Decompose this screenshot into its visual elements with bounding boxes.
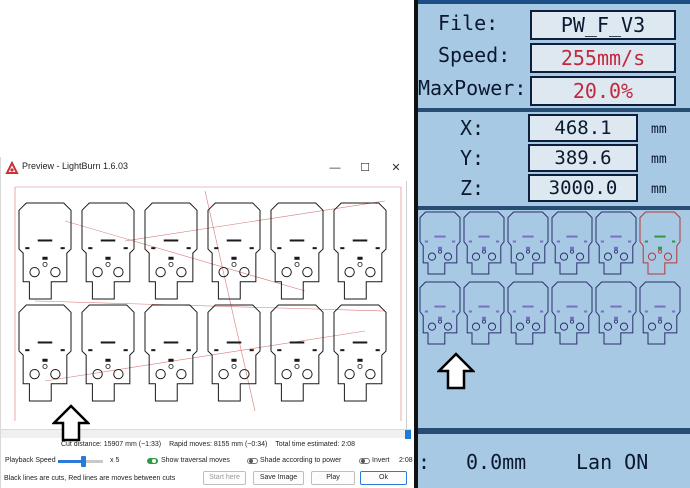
part-outline — [463, 211, 505, 275]
part-outline — [270, 304, 324, 402]
status-prefix: : — [418, 450, 431, 474]
playback-speed-fill — [58, 460, 83, 463]
z-value: 3000.0 — [548, 177, 618, 199]
part-outline — [81, 202, 135, 300]
rapid-moves-text: Rapid moves: 8155 mm (~0:34) — [169, 441, 268, 448]
part-outline — [551, 281, 593, 345]
window-title: Preview - LightBurn 1.6.03 — [22, 161, 129, 171]
part-outline — [419, 281, 461, 345]
lcd-status-panel: : 0.0mm Lan ON — [418, 434, 690, 488]
traversal-line — [34, 300, 386, 312]
total-time-text: Total time estimated: 2:08 — [275, 441, 356, 448]
part-outline — [81, 304, 135, 402]
job-info-panel: File: Speed: MaxPower: PW_F_V3 255mm/s 2… — [418, 4, 690, 108]
playback-controls: Playback Speed x 5 Show traversal moves … — [1, 454, 415, 468]
part-outline — [463, 281, 505, 345]
part-outline — [207, 202, 261, 300]
part-outline — [18, 304, 72, 402]
playback-speed-slider[interactable] — [58, 456, 103, 467]
y-unit: mm — [651, 152, 667, 167]
maxpower-value-box: 20.0% — [530, 76, 676, 106]
x-label: X: — [460, 116, 485, 140]
part-outline — [639, 211, 681, 275]
save-image-button[interactable]: Save Image — [253, 471, 304, 485]
part-outline — [639, 281, 681, 345]
z-label: Z: — [460, 176, 485, 200]
playback-progress-thumb[interactable] — [405, 430, 411, 439]
part-outline — [595, 281, 637, 345]
preview-drawing — [14, 186, 402, 421]
x-value-box: 468.1 — [528, 114, 638, 142]
minimize-button[interactable]: — — [322, 159, 348, 177]
x-value: 468.1 — [554, 117, 612, 139]
part-outline — [333, 202, 387, 300]
lcd-job-preview — [419, 211, 681, 345]
machine-lcd-display: File: Speed: MaxPower: PW_F_V3 255mm/s 2… — [414, 0, 690, 488]
part-outline — [507, 211, 549, 275]
x-unit: mm — [651, 122, 667, 137]
line-legend-text: Black lines are cuts, Red lines are move… — [4, 475, 176, 482]
part-outline — [551, 211, 593, 275]
invert-label: Invert — [372, 457, 390, 464]
part-outline — [18, 202, 72, 300]
time-readout: 2:08 — [399, 457, 413, 464]
ok-button[interactable]: Ok — [360, 471, 407, 485]
close-button[interactable]: ✕ — [383, 159, 409, 177]
job-stats: Cut distance: 15907 mm (~1:33) Rapid mov… — [1, 441, 415, 448]
y-value-box: 389.6 — [528, 144, 638, 172]
speed-value: 255mm/s — [560, 46, 646, 70]
offset-value: 0.0mm — [466, 450, 527, 474]
start-here-button[interactable]: Start here — [203, 471, 246, 485]
file-value: PW_F_V3 — [560, 13, 646, 37]
part-outline — [595, 211, 637, 275]
playback-speed-value: x 5 — [110, 457, 120, 464]
title-bar: Preview - LightBurn 1.6.03 — ☐ ✕ — [1, 157, 415, 179]
traversal-line — [124, 200, 386, 242]
speed-label: Speed: — [438, 43, 511, 67]
part-outline — [507, 281, 549, 345]
shade-power-label: Shade according to power — [260, 457, 342, 464]
show-traversal-label: Show traversal moves — [161, 457, 230, 464]
play-button[interactable]: Play — [311, 471, 355, 485]
playback-speed-label: Playback Speed — [5, 457, 56, 464]
cut-distance-text: Cut distance: 15907 mm (~1:33) — [60, 441, 162, 448]
file-value-box: PW_F_V3 — [530, 10, 676, 40]
speed-value-box: 255mm/s — [530, 43, 676, 73]
network-status: Lan ON — [576, 450, 649, 474]
up-arrow-icon — [437, 352, 475, 390]
show-traversal-toggle[interactable] — [147, 458, 158, 464]
z-unit: mm — [651, 182, 667, 197]
part-outline — [419, 211, 461, 275]
lightburn-logo-icon — [5, 161, 19, 174]
invert-toggle[interactable] — [359, 458, 370, 464]
part-outline — [144, 304, 198, 402]
playback-speed-handle[interactable] — [80, 456, 86, 467]
position-panel: X: Y: Z: 468.1 389.6 3000.0 mm mm mm — [418, 112, 690, 206]
maxpower-label: MaxPower: — [418, 76, 527, 100]
part-outline — [333, 304, 387, 402]
shade-power-toggle[interactable] — [247, 458, 258, 464]
maxpower-value: 20.0% — [572, 79, 634, 103]
maximize-button[interactable]: ☐ — [352, 159, 378, 177]
lcd-preview-panel — [418, 210, 690, 428]
part-outline — [144, 202, 198, 300]
z-value-box: 3000.0 — [528, 174, 638, 202]
file-label: File: — [438, 11, 499, 35]
up-arrow-icon — [52, 404, 90, 442]
y-value: 389.6 — [554, 147, 612, 169]
y-label: Y: — [460, 146, 485, 170]
preview-canvas[interactable] — [5, 181, 407, 429]
